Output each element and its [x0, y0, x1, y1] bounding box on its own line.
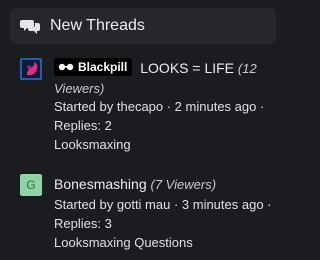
- viewer-count: (7 Viewers): [150, 177, 217, 192]
- avatar-letter: G: [20, 174, 42, 196]
- badge-label: Blackpill: [78, 60, 128, 74]
- thread-title-line[interactable]: Bonesmashing (7 Viewers): [54, 174, 276, 195]
- forum-link[interactable]: Looksmaxing Questions: [54, 233, 276, 252]
- thread-title[interactable]: Bonesmashing: [54, 176, 147, 192]
- prefix-badge[interactable]: Blackpill: [54, 58, 133, 76]
- avatar[interactable]: G: [20, 174, 42, 196]
- started-by[interactable]: Started by thecapo · 2 minutes ago ·: [54, 97, 276, 116]
- forum-link[interactable]: Looksmaxing: [54, 135, 276, 154]
- thread-title-line[interactable]: Blackpill LOOKS = LIFE (12: [54, 58, 276, 79]
- avatar[interactable]: [20, 58, 42, 80]
- started-by[interactable]: Started by gotti mau · 3 minutes ago ·: [54, 195, 276, 214]
- new-threads-header: New Threads: [10, 8, 276, 44]
- glasses-icon: [58, 62, 74, 72]
- chat-bubbles-icon: [20, 18, 40, 34]
- thread-title[interactable]: LOOKS = LIFE: [140, 60, 234, 76]
- viewer-count: (12: [237, 61, 257, 76]
- widget-title: New Threads: [50, 17, 145, 34]
- reply-count: Replies: 3: [54, 216, 112, 231]
- reply-count: Replies: 2: [54, 118, 112, 133]
- viewer-count-wrap: Viewers): [54, 81, 105, 96]
